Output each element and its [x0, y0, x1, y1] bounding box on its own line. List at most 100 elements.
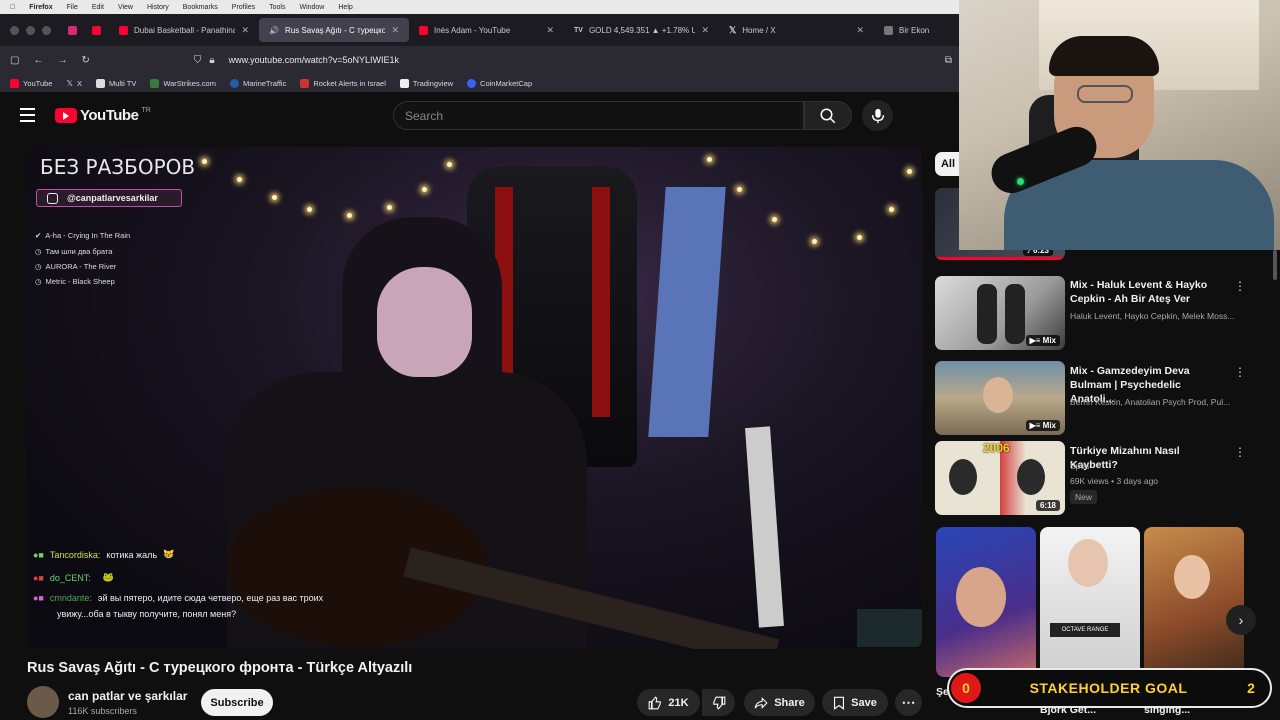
sidebar-toggle-icon[interactable]: ▢ — [10, 55, 19, 66]
sidebar-video-title[interactable]: Mix - Haluk Levent & Hayko Cepkin - Ah B… — [1070, 278, 1220, 306]
handle-text: @canpatlarvesarkilar — [67, 193, 158, 203]
menu-bookmarks[interactable]: Bookmarks — [183, 4, 218, 11]
menu-edit[interactable]: Edit — [92, 4, 104, 11]
share-icon — [754, 696, 768, 709]
close-tab-icon[interactable]: ✕ — [701, 25, 709, 36]
tab-pinned-youtube[interactable] — [85, 18, 109, 42]
bookmark-multitv[interactable]: Multi TV — [95, 78, 137, 88]
thumbnail-face — [1174, 555, 1210, 599]
search-button[interactable] — [804, 101, 852, 130]
chat-badge-icon: ●■ — [33, 572, 44, 583]
close-window-button[interactable] — [10, 25, 19, 35]
subscriber-count: 116K subscribers — [68, 706, 137, 716]
save-button[interactable]: Save — [822, 689, 888, 716]
dislike-button[interactable] — [702, 689, 735, 716]
tab-pinned-instagram[interactable] — [61, 18, 85, 42]
bookmark-coinmarketcap[interactable]: CoinMarketCap — [467, 78, 532, 88]
sidebar-scrollbar[interactable] — [1273, 250, 1277, 280]
sidebar-video-thumbnail[interactable]: ▶︎≡ Mix — [935, 361, 1065, 435]
menu-profiles[interactable]: Profiles — [232, 4, 255, 11]
chip-all[interactable]: All — [935, 152, 961, 176]
picture-in-picture-icon[interactable]: ⧉ — [945, 55, 952, 66]
bookmark-x[interactable]: 𝕏X — [66, 79, 81, 88]
menu-file[interactable]: File — [67, 4, 78, 11]
more-horizontal-icon: ⋯ — [901, 694, 916, 710]
shorts-card[interactable] — [936, 527, 1036, 677]
menu-view[interactable]: View — [118, 4, 133, 11]
search-input[interactable]: Search — [393, 101, 804, 130]
menu-window[interactable]: Window — [299, 4, 324, 11]
close-tab-icon[interactable]: ✕ — [241, 25, 249, 36]
channel-avatar[interactable] — [27, 686, 59, 718]
youtube-icon — [419, 25, 428, 35]
shorts-next-button[interactable]: › — [1226, 605, 1256, 635]
goal-label: STAKEHOLDER GOAL — [1029, 680, 1188, 696]
hamburger-menu-icon[interactable] — [20, 108, 35, 122]
youtube-logo[interactable]: YouTube TR — [55, 107, 151, 124]
youtube-wordmark: YouTube — [80, 107, 139, 124]
close-tab-icon[interactable]: ✕ — [856, 25, 864, 36]
close-tab-icon[interactable]: ✕ — [546, 25, 554, 36]
video-player[interactable]: БЕЗ РАЗБОРОВ @canpatlarvesarkilar ✔ A-ha … — [27, 147, 922, 649]
bookmark-label: YouTube — [23, 78, 53, 88]
sidebar-video-thumbnail[interactable]: ▶︎≡ Mix — [935, 276, 1065, 350]
back-icon[interactable]: ← — [33, 55, 43, 66]
shorts-card[interactable] — [1144, 527, 1244, 677]
tab-label: Bir Ekon — [899, 25, 930, 35]
channel-name[interactable]: can patlar ve şarkılar — [68, 689, 187, 703]
menu-history[interactable]: History — [147, 4, 169, 11]
clock-icon: ◷ — [35, 277, 42, 286]
url-field[interactable]: www.youtube.com/watch?v=5oNYLIWIE1k — [229, 55, 399, 65]
shorts-card[interactable]: OCTAVE RANGE — [1040, 527, 1140, 677]
bookmark-warstrikes[interactable]: WarStrikes.com — [150, 78, 216, 88]
tradingview-icon: TV — [574, 26, 583, 34]
more-vertical-icon[interactable]: ⋮ — [1234, 279, 1246, 293]
shield-icon[interactable]: ⛉ — [194, 55, 202, 66]
tab-ines-adam[interactable]: Inés Adam - YouTube ✕ — [409, 18, 564, 42]
song-list-item: ✔ A-ha - Crying In The Rain — [35, 231, 130, 240]
menu-help[interactable]: Help — [338, 4, 352, 11]
subscribe-button[interactable]: Subscribe — [201, 689, 273, 716]
chat-text: котика жаль — [106, 549, 158, 560]
tab-dubai-basketball[interactable]: Dubai Basketball - Panathinaiko ✕ — [109, 18, 259, 42]
lock-icon[interactable]: 🔒︎ — [209, 55, 214, 66]
like-button[interactable]: 21K — [637, 689, 700, 716]
apple-icon[interactable]:  — [10, 4, 15, 11]
fairy-light — [307, 207, 312, 212]
bookmark-marinetraffic[interactable]: MarineTraffic — [229, 78, 286, 88]
more-vertical-icon[interactable]: ⋮ — [1234, 365, 1246, 379]
bookmark-label: Rocket Alerts in Israel — [313, 78, 386, 88]
chat-text: эй вы пятеро, идите сюда четверо, еще ра… — [97, 593, 324, 603]
tab-rus-savas-active[interactable]: 🔊 Rus Savaş Ağıtı - С турецко ✕ — [259, 18, 409, 42]
bookmark-rocket-alerts[interactable]: Rocket Alerts in Israel — [300, 78, 386, 88]
bookmark-tradingview[interactable]: Tradingview — [399, 78, 453, 88]
watch-progress-bar — [935, 257, 1065, 260]
song-title: Там шли два брата — [45, 247, 113, 256]
chat-username: do_CENT: — [49, 572, 91, 583]
tab-bir-ekon[interactable]: Bir Ekon — [874, 18, 934, 42]
forward-icon[interactable]: → — [57, 55, 67, 66]
reload-icon[interactable]: ↻ — [81, 55, 89, 66]
bookmark-youtube[interactable]: YouTube — [10, 78, 53, 88]
globe-icon — [229, 78, 239, 88]
menu-tools[interactable]: Tools — [269, 4, 285, 11]
more-actions-button[interactable]: ⋯ — [895, 689, 922, 716]
fairy-light — [387, 205, 392, 210]
sidebar-video-thumbnail[interactable]: 2006 6:18 — [935, 441, 1065, 515]
share-button[interactable]: Share — [744, 689, 815, 716]
menu-firefox[interactable]: Firefox — [29, 4, 52, 11]
speaker-icon[interactable]: 🔊 — [269, 26, 279, 35]
sidebar-video-title[interactable]: Türkiye Mizahını Nasıl Kaybetti? — [1070, 444, 1220, 472]
chat-username: cmndante: — [49, 593, 92, 603]
close-tab-icon[interactable]: ✕ — [391, 25, 399, 36]
voice-search-button[interactable] — [862, 100, 893, 131]
minimize-window-button[interactable] — [26, 25, 35, 35]
tab-home-x[interactable]: 𝕏 Home / X ✕ — [719, 18, 874, 42]
more-vertical-icon[interactable]: ⋮ — [1234, 445, 1246, 459]
thumbnail-face — [956, 567, 1006, 627]
chat-text: увижу...оба в тыкву получите, понял меня… — [57, 609, 237, 619]
bookmark-icon — [834, 696, 845, 710]
bookmark-label: Multi TV — [108, 78, 137, 88]
tab-gold-tradingview[interactable]: TV GOLD 4,549.351 ▲ +1.78% Unn ✕ — [564, 18, 719, 42]
zoom-window-button[interactable] — [42, 25, 51, 35]
